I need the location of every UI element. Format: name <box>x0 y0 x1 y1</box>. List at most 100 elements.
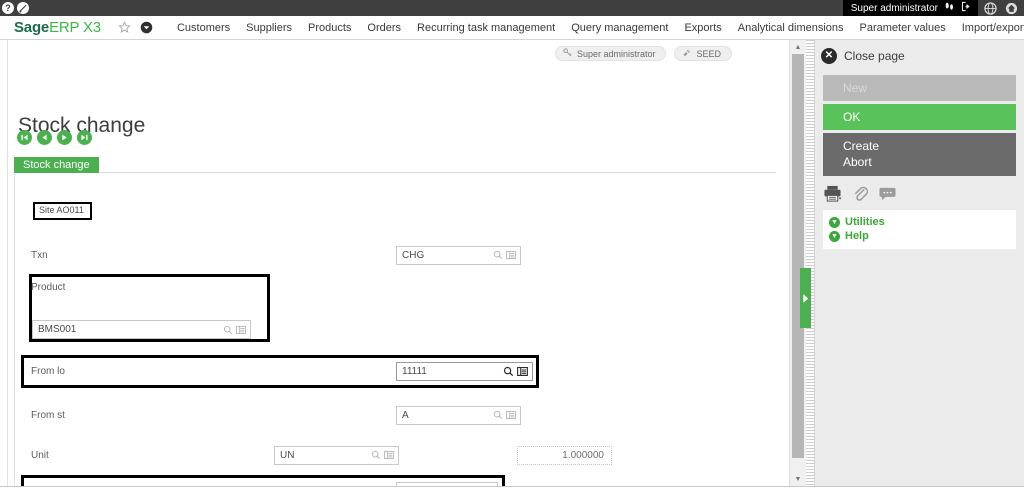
action-group: Create Abort <box>823 133 1016 176</box>
scrollbar-track[interactable] <box>790 54 806 472</box>
search-icon[interactable] <box>223 325 233 335</box>
star-icon[interactable] <box>117 20 133 36</box>
nav-item-import-export-templates[interactable]: Import/export templates <box>954 16 1024 40</box>
value-unit-conversion: 1.000000 <box>562 449 604 461</box>
panel-collapse-handle[interactable] <box>800 268 811 328</box>
main-scrollbar[interactable]: ▲ ▼ <box>789 40 806 486</box>
input-actions-from-location <box>503 366 532 377</box>
value-txn: CHG <box>402 249 425 261</box>
label-unit: Unit <box>31 449 49 461</box>
key-icon <box>563 48 572 59</box>
help-icon[interactable]: ? <box>2 2 14 14</box>
input-actions-from-status <box>493 410 520 420</box>
search-icon[interactable] <box>493 410 503 420</box>
field-row-from-location: From lo 11111 <box>15 355 760 388</box>
label-from-location: From lo <box>31 366 65 377</box>
main-content-pane: Super administrator SEED Stock change St… <box>0 40 790 486</box>
select-list-icon[interactable] <box>506 410 516 420</box>
select-list-icon[interactable] <box>506 250 516 260</box>
logout-icon[interactable] <box>961 1 972 15</box>
search-icon[interactable] <box>503 366 514 377</box>
pane-seam <box>806 40 814 486</box>
scroll-up-button[interactable]: ▲ <box>790 40 806 54</box>
new-button: New <box>823 75 1016 101</box>
tab-strip: Stock change <box>14 157 776 174</box>
field-row-txn: Txn CHG <box>15 235 760 275</box>
chip-label: SEED <box>696 48 721 59</box>
input-from-status[interactable]: A <box>396 405 521 425</box>
chip-label: Super administrator <box>576 48 656 59</box>
search-icon[interactable] <box>493 250 503 260</box>
search-icon[interactable] <box>371 450 381 460</box>
home-icon[interactable] <box>1005 2 1018 15</box>
previous-record-button[interactable] <box>37 130 52 145</box>
attachment-icon[interactable] <box>853 185 868 202</box>
first-record-button[interactable] <box>17 130 32 145</box>
context-chips: Super administrator SEED <box>554 46 732 61</box>
input-product[interactable]: BMS001 <box>32 320 251 339</box>
input-unit[interactable]: UN <box>274 445 399 465</box>
application-bar: SageERP X3 Customers Suppliers Products … <box>0 16 1024 40</box>
help-link[interactable]: ▼ Help <box>829 229 1016 243</box>
nav-item-exports[interactable]: Exports <box>676 16 729 40</box>
bottom-strip <box>0 486 1024 501</box>
select-list-icon[interactable] <box>236 325 246 335</box>
nav-item-query-management[interactable]: Query management <box>563 16 676 40</box>
label-product: Product <box>31 282 66 293</box>
tab-stock-change[interactable]: Stock change <box>14 157 99 174</box>
field-row-from-status: From st A <box>15 395 760 435</box>
nav-item-customers[interactable]: Customers <box>169 16 238 40</box>
chevron-down-icon: ▼ <box>829 216 840 228</box>
value-from-status: A <box>402 409 409 421</box>
sage-logo: SageERP X3 <box>0 19 117 36</box>
scroll-down-button[interactable]: ▼ <box>790 472 806 486</box>
create-button[interactable]: Create <box>843 138 1016 154</box>
favorites-icon[interactable] <box>139 20 155 36</box>
chevron-down-icon: ▼ <box>829 230 840 242</box>
last-record-button[interactable] <box>77 130 92 145</box>
field-row-qty: Qty 2 <box>15 475 760 486</box>
select-list-icon[interactable] <box>517 366 528 377</box>
chip-super-administrator[interactable]: Super administrator <box>554 46 667 61</box>
chip-seed[interactable]: SEED <box>674 46 732 61</box>
input-unit-conversion: 1.000000 <box>517 445 612 465</box>
abort-button[interactable]: Abort <box>843 154 1016 170</box>
value-from-location: 11111 <box>402 366 427 377</box>
page-left-border <box>0 40 8 486</box>
panel-links: ▼ Utilities ▼ Help <box>823 210 1016 249</box>
nav-item-analytical-dimensions[interactable]: Analytical dimensions <box>730 16 852 40</box>
os-user-label: Super administrator <box>850 2 938 14</box>
site-badge: Site AO011 <box>33 202 92 220</box>
close-page-button[interactable]: ✕ Close page <box>815 40 1024 72</box>
os-user-chip[interactable]: Super administrator <box>842 0 978 16</box>
comment-icon[interactable] <box>879 187 896 201</box>
main-navigation: Customers Suppliers Products Orders Recu… <box>169 16 1024 40</box>
logo-secondary: ERP X3 <box>49 19 101 36</box>
right-action-panel: ✕ Close page New OK Create Abort ▼ Utili… <box>814 40 1024 486</box>
nav-item-parameter-values[interactable]: Parameter values <box>852 16 954 40</box>
utilities-link[interactable]: ▼ Utilities <box>829 215 1016 229</box>
utilities-label: Utilities <box>845 216 885 228</box>
input-from-location[interactable]: 11111 <box>396 362 533 381</box>
ok-button[interactable]: OK <box>823 104 1016 130</box>
globe-icon[interactable] <box>984 1 997 15</box>
brush-icon[interactable] <box>17 2 29 14</box>
os-top-bar: ? Super administrator <box>0 0 1024 16</box>
nav-item-suppliers[interactable]: Suppliers <box>238 16 300 40</box>
nav-item-recurring-task-management[interactable]: Recurring task management <box>409 16 563 40</box>
field-row-unit: Unit UN 1.000000 <box>15 435 760 475</box>
select-list-icon[interactable] <box>384 450 394 460</box>
value-unit: UN <box>280 449 295 461</box>
nav-item-orders[interactable]: Orders <box>359 16 409 40</box>
close-icon: ✕ <box>821 48 837 64</box>
nav-item-products[interactable]: Products <box>300 16 359 40</box>
logo-primary: Sage <box>14 19 50 36</box>
printer-icon[interactable] <box>823 185 842 202</box>
form-panel: Site AO011 Txn CHG Product BMS001 From l… <box>14 173 776 486</box>
next-record-button[interactable] <box>57 130 72 145</box>
record-navigation <box>17 130 92 145</box>
scrollbar-thumb[interactable] <box>792 54 804 458</box>
os-left-icons: ? <box>0 2 29 14</box>
footprints-icon <box>944 1 955 15</box>
input-txn[interactable]: CHG <box>396 245 521 265</box>
